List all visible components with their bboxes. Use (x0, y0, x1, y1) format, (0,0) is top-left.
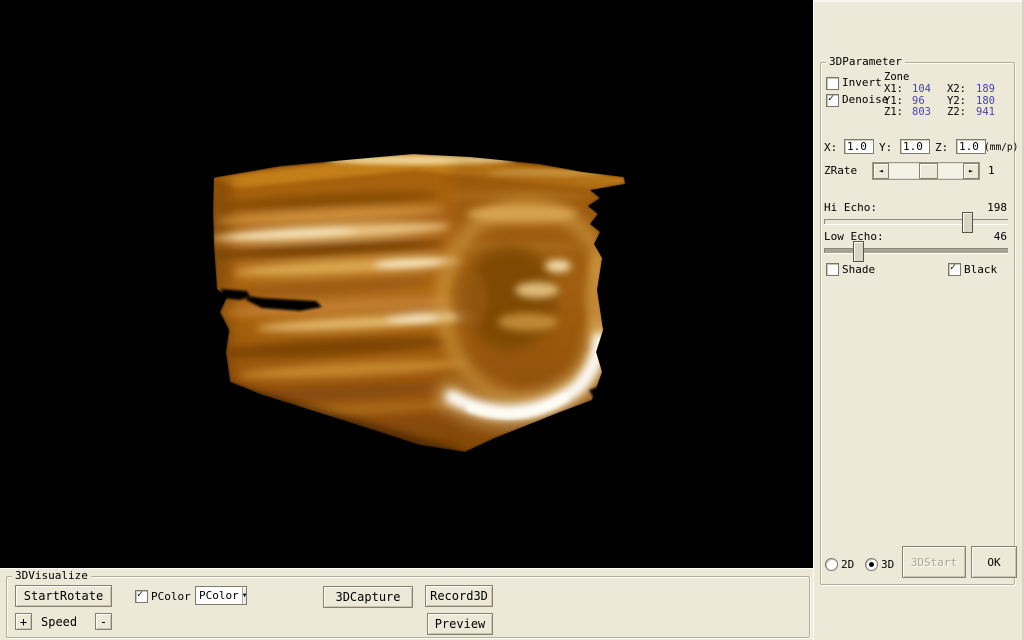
zone-z2-label: Z2: (947, 107, 976, 119)
pcolor-label: PColor (151, 591, 191, 603)
denoise-checkbox[interactable] (826, 94, 839, 107)
pcolor-select[interactable]: PColor ▼ (195, 586, 247, 605)
zone-title: Zone (884, 71, 909, 83)
record-3d-button[interactable]: Record3D (425, 585, 493, 607)
scale-z-input[interactable] (956, 139, 986, 154)
mode-2d-label: 2D (841, 559, 854, 571)
ok-button[interactable]: OK (971, 546, 1017, 578)
hi-echo-value: 198 (987, 202, 1007, 214)
hi-echo-thumb[interactable] (962, 212, 973, 233)
zrate-scrollbar[interactable]: ◄ ► (872, 162, 980, 180)
pcolor-checkbox[interactable] (135, 590, 148, 603)
black-checkbox[interactable] (948, 263, 961, 276)
zone-x2-label: X2: (947, 84, 976, 96)
volume-render-3d (0, 0, 813, 568)
zone-x2-value: 189 (976, 84, 1012, 96)
speed-plus-button[interactable]: + (15, 613, 32, 630)
hi-echo-label: Hi Echo: (824, 202, 877, 214)
invert-label: Invert (842, 77, 882, 89)
capture-3d-button[interactable]: 3DCapture (323, 586, 413, 608)
render-viewport[interactable] (0, 0, 813, 568)
chevron-down-icon[interactable]: ▼ (242, 587, 247, 604)
shade-label: Shade (842, 264, 875, 276)
speed-minus-button[interactable]: - (95, 613, 112, 630)
start3d-button[interactable]: 3DStart (902, 546, 966, 578)
mode-2d-radio[interactable] (825, 558, 838, 571)
zrate-label: ZRate (824, 165, 857, 177)
group-3dparameter-title: 3DParameter (826, 56, 905, 68)
low-echo-value: 46 (994, 231, 1007, 243)
zone-z1-value: 803 (912, 107, 947, 119)
invert-checkbox[interactable] (826, 77, 839, 90)
speed-label: Speed (41, 616, 77, 628)
low-echo-thumb[interactable] (853, 241, 864, 262)
zrate-left-arrow-icon[interactable]: ◄ (873, 163, 889, 179)
zrate-thumb[interactable] (919, 163, 938, 179)
scale-unit-label: (mm/p) (984, 142, 1018, 154)
black-label: Black (964, 264, 997, 276)
mode-3d-label: 3D (881, 559, 894, 571)
denoise-label: Denoise (842, 94, 888, 106)
zone-x1-value: 104 (912, 84, 947, 96)
ultrasound-3d-app: { "panel3d": { "title": "3DParameter", "… (0, 0, 1024, 640)
group-3dvisualize-title: 3DVisualize (12, 570, 91, 582)
visualize-panel: 3DVisualize StartRotate PColor PColor ▼ … (0, 568, 813, 640)
scale-y-input[interactable] (900, 139, 930, 154)
zone-z1-label: Z1: (884, 107, 912, 119)
scale-y-label: Y: (879, 142, 892, 154)
zrate-right-arrow-icon[interactable]: ► (963, 163, 979, 179)
parameter-panel: 3DParameter Invert Denoise Zone X1: 104 … (813, 0, 1024, 640)
zone-x1-label: X1: (884, 84, 912, 96)
group-3dvisualize: 3DVisualize StartRotate PColor PColor ▼ … (6, 576, 810, 638)
scale-x-label: X: (824, 142, 837, 154)
zone-values: X1: 104 X2: 189 Y1: 96 Y2: 180 Z1: 803 Z… (884, 84, 1012, 119)
scale-z-label: Z: (935, 142, 948, 154)
start-rotate-button[interactable]: StartRotate (15, 585, 112, 607)
low-echo-slider[interactable] (824, 248, 1008, 253)
hi-echo-slider[interactable] (824, 219, 1008, 224)
preview-button[interactable]: Preview (427, 613, 493, 635)
zrate-value: 1 (988, 165, 995, 177)
zone-z2-value: 941 (976, 107, 1012, 119)
group-3dparameter: 3DParameter Invert Denoise Zone X1: 104 … (820, 62, 1015, 585)
shade-checkbox[interactable] (826, 263, 839, 276)
pcolor-select-value: PColor (196, 588, 242, 603)
scale-x-input[interactable] (844, 139, 874, 154)
mode-3d-radio[interactable] (865, 558, 878, 571)
